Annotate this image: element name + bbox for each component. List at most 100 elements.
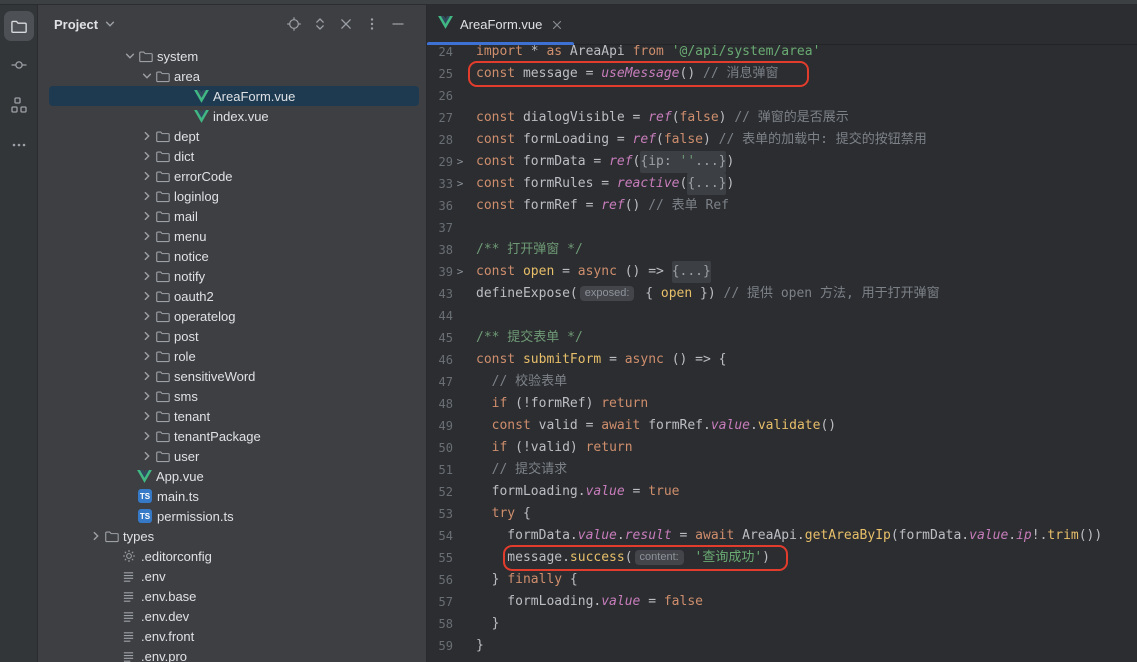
tree-item-tenantpackage[interactable]: tenantPackage bbox=[38, 426, 426, 446]
tree-item-loginlog[interactable]: loginlog bbox=[38, 186, 426, 206]
code-line-48[interactable]: 48 if (!formRef) return bbox=[427, 393, 1137, 415]
line-number[interactable]: 47 bbox=[427, 371, 453, 393]
line-number[interactable]: 58 bbox=[427, 613, 453, 635]
tree-item--env-base[interactable]: .env.base bbox=[38, 586, 426, 606]
tree-item-app-vue[interactable]: App.vue bbox=[38, 466, 426, 486]
line-number[interactable]: 57 bbox=[427, 591, 453, 613]
tree-item-mail[interactable]: mail bbox=[38, 206, 426, 226]
code-line-29[interactable]: 29>const formData = ref({ip: ''...}) bbox=[427, 151, 1137, 173]
structure-tool-button[interactable] bbox=[7, 93, 31, 117]
collapse-all-button[interactable] bbox=[338, 16, 354, 32]
chevron-right-icon[interactable] bbox=[138, 389, 155, 403]
tree-item-errorcode[interactable]: errorCode bbox=[38, 166, 426, 186]
code-line-57[interactable]: 57 formLoading.value = false bbox=[427, 591, 1137, 613]
tree-item-index-vue[interactable]: index.vue bbox=[38, 106, 426, 126]
chevron-right-icon[interactable] bbox=[138, 229, 155, 243]
chevron-right-icon[interactable] bbox=[138, 269, 155, 283]
line-number[interactable]: 37 bbox=[427, 217, 453, 239]
chevron-right-icon[interactable] bbox=[138, 209, 155, 223]
code-line-25[interactable]: 25const message = useMessage() // 消息弹窗 bbox=[427, 63, 1137, 85]
line-number[interactable]: 27 bbox=[427, 107, 453, 129]
code-line-56[interactable]: 56 } finally { bbox=[427, 569, 1137, 591]
chevron-right-icon[interactable] bbox=[138, 369, 155, 383]
line-number[interactable]: 50 bbox=[427, 437, 453, 459]
chevron-down-icon[interactable] bbox=[121, 49, 138, 63]
line-number[interactable]: 52 bbox=[427, 481, 453, 503]
line-number[interactable]: 51 bbox=[427, 459, 453, 481]
code-line-59[interactable]: 59} bbox=[427, 635, 1137, 657]
line-number[interactable]: 39 bbox=[427, 261, 453, 283]
code-line-58[interactable]: 58 } bbox=[427, 613, 1137, 635]
chevron-right-icon[interactable] bbox=[138, 449, 155, 463]
project-tool-button[interactable] bbox=[4, 11, 34, 41]
tree-item-notice[interactable]: notice bbox=[38, 246, 426, 266]
line-number[interactable]: 48 bbox=[427, 393, 453, 415]
line-number[interactable]: 55 bbox=[427, 547, 453, 569]
fold-arrow-icon[interactable]: > bbox=[453, 151, 467, 173]
tree-item--env[interactable]: .env bbox=[38, 566, 426, 586]
tree-item--env-front[interactable]: .env.front bbox=[38, 626, 426, 646]
tree-item-areaform-vue[interactable]: AreaForm.vue bbox=[38, 86, 426, 106]
code-line-51[interactable]: 51 // 提交请求 bbox=[427, 459, 1137, 481]
line-number[interactable]: 44 bbox=[427, 305, 453, 327]
code-line-53[interactable]: 53 try { bbox=[427, 503, 1137, 525]
tree-item-role[interactable]: role bbox=[38, 346, 426, 366]
code-line-36[interactable]: 36const formRef = ref() // 表单 Ref bbox=[427, 195, 1137, 217]
options-menu-button[interactable] bbox=[364, 16, 380, 32]
chevron-right-icon[interactable] bbox=[138, 349, 155, 363]
chevron-right-icon[interactable] bbox=[138, 129, 155, 143]
line-number[interactable]: 53 bbox=[427, 503, 453, 525]
tree-item-post[interactable]: post bbox=[38, 326, 426, 346]
line-number[interactable]: 56 bbox=[427, 569, 453, 591]
tree-item-types[interactable]: types bbox=[38, 526, 426, 546]
line-number[interactable]: 28 bbox=[427, 129, 453, 151]
select-opened-file-button[interactable] bbox=[286, 16, 302, 32]
tree-item-area[interactable]: area bbox=[38, 66, 426, 86]
line-number[interactable]: 49 bbox=[427, 415, 453, 437]
tree-item-sensitiveword[interactable]: sensitiveWord bbox=[38, 366, 426, 386]
code-line-54[interactable]: 54 formData.value.result = await AreaApi… bbox=[427, 525, 1137, 547]
code-line-37[interactable]: 37 bbox=[427, 217, 1137, 239]
chevron-right-icon[interactable] bbox=[138, 429, 155, 443]
chevron-right-icon[interactable] bbox=[138, 289, 155, 303]
line-number[interactable]: 59 bbox=[427, 635, 453, 657]
tree-item--editorconfig[interactable]: .editorconfig bbox=[38, 546, 426, 566]
tree-item-oauth2[interactable]: oauth2 bbox=[38, 286, 426, 306]
code-line-50[interactable]: 50 if (!valid) return bbox=[427, 437, 1137, 459]
tab-areaform-vue[interactable]: AreaForm.vue bbox=[427, 5, 576, 44]
chevron-down-icon[interactable] bbox=[103, 17, 117, 31]
more-tools-button[interactable] bbox=[7, 133, 31, 157]
tree-item-main-ts[interactable]: TSmain.ts bbox=[38, 486, 426, 506]
chevron-right-icon[interactable] bbox=[138, 249, 155, 263]
line-number[interactable]: 29 bbox=[427, 151, 453, 173]
expand-all-button[interactable] bbox=[312, 16, 328, 32]
line-number[interactable]: 45 bbox=[427, 327, 453, 349]
code-line-39[interactable]: 39>const open = async () => {...} bbox=[427, 261, 1137, 283]
tree-item-permission-ts[interactable]: TSpermission.ts bbox=[38, 506, 426, 526]
chevron-down-icon[interactable] bbox=[138, 69, 155, 83]
tree-item-sms[interactable]: sms bbox=[38, 386, 426, 406]
fold-arrow-icon[interactable]: > bbox=[453, 173, 467, 195]
fold-arrow-icon[interactable]: > bbox=[453, 261, 467, 283]
line-number[interactable]: 43 bbox=[427, 283, 453, 305]
hide-panel-button[interactable] bbox=[390, 16, 406, 32]
tree-item-operatelog[interactable]: operatelog bbox=[38, 306, 426, 326]
line-number[interactable]: 24 bbox=[427, 41, 453, 63]
chevron-right-icon[interactable] bbox=[138, 169, 155, 183]
code-line-45[interactable]: 45/** 提交表单 */ bbox=[427, 327, 1137, 349]
line-number[interactable]: 26 bbox=[427, 85, 453, 107]
chevron-right-icon[interactable] bbox=[138, 189, 155, 203]
line-number[interactable]: 36 bbox=[427, 195, 453, 217]
code-line-49[interactable]: 49 const valid = await formRef.value.val… bbox=[427, 415, 1137, 437]
project-panel-title[interactable]: Project bbox=[54, 17, 98, 32]
code-area[interactable]: 24import * as AreaApi from '@/api/system… bbox=[427, 41, 1137, 657]
tree-item-tenant[interactable]: tenant bbox=[38, 406, 426, 426]
code-line-44[interactable]: 44 bbox=[427, 305, 1137, 327]
folded-region[interactable]: {...} bbox=[672, 261, 711, 283]
code-line-55[interactable]: 55 message.success(content: '查询成功') bbox=[427, 547, 1137, 569]
tree-item-menu[interactable]: menu bbox=[38, 226, 426, 246]
line-number[interactable]: 25 bbox=[427, 63, 453, 85]
code-line-24[interactable]: 24import * as AreaApi from '@/api/system… bbox=[427, 41, 1137, 63]
code-line-47[interactable]: 47 // 校验表单 bbox=[427, 371, 1137, 393]
tree-item--env-dev[interactable]: .env.dev bbox=[38, 606, 426, 626]
